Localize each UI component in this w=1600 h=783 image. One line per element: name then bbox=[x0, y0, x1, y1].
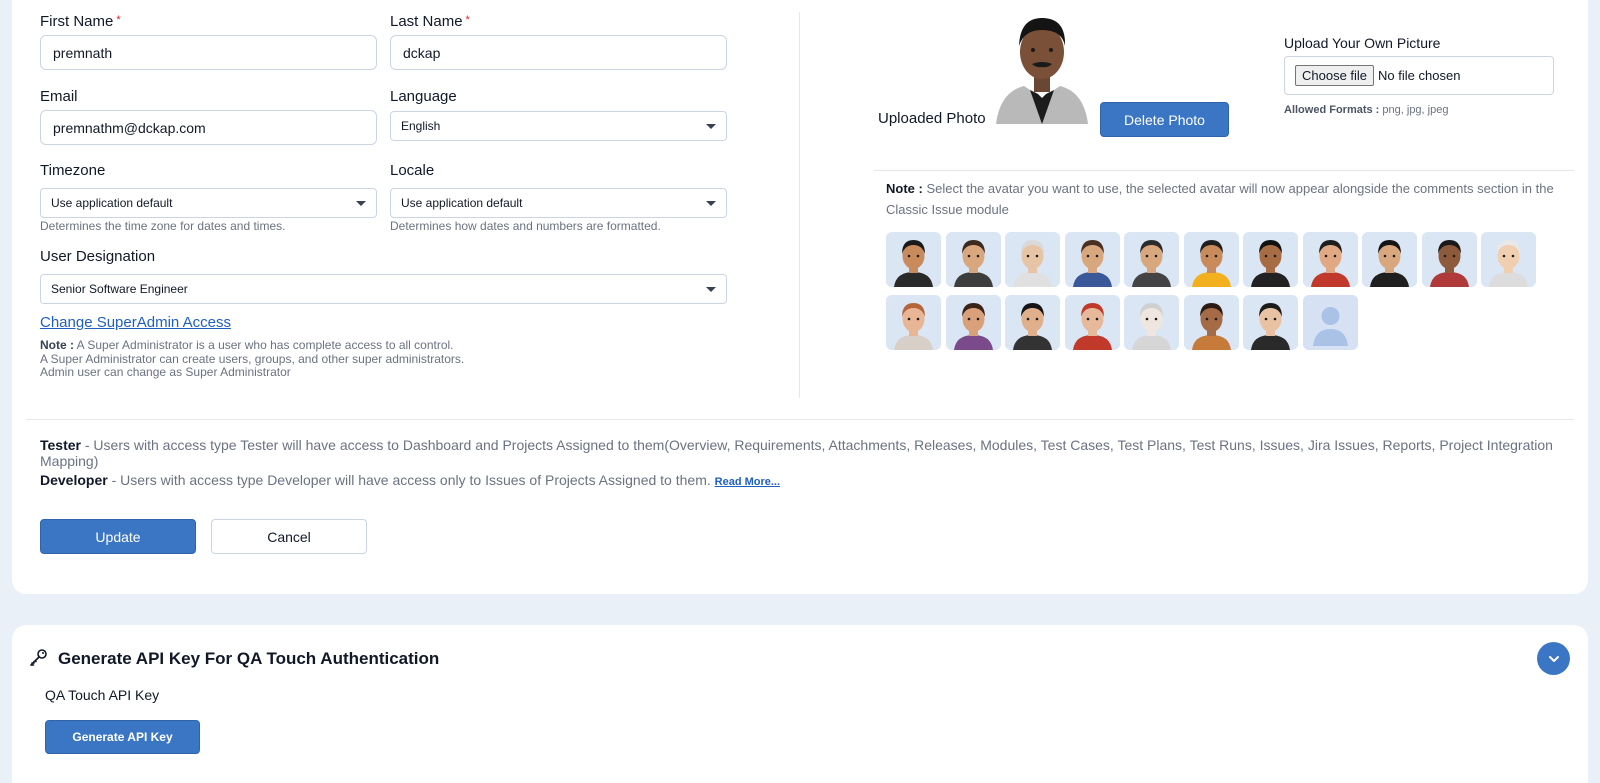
email-input[interactable]: premnathm@dckap.com bbox=[40, 110, 377, 145]
locale-label: Locale bbox=[390, 162, 435, 179]
avatar-13[interactable] bbox=[945, 295, 1001, 350]
last-name-input[interactable]: dckap bbox=[390, 35, 727, 70]
avatar-5[interactable] bbox=[1124, 232, 1179, 287]
first-name-label: First Name * bbox=[40, 13, 121, 30]
upload-picture-title: Upload Your Own Picture bbox=[1284, 35, 1441, 51]
file-input[interactable]: Choose file No file chosen bbox=[1284, 56, 1554, 95]
uploaded-photo-label: Uploaded Photo bbox=[878, 110, 986, 127]
uploaded-photo bbox=[986, 10, 1098, 124]
avatar-note: Note : Select the avatar you want to use… bbox=[886, 181, 1554, 217]
avatar-19[interactable] bbox=[1302, 295, 1358, 350]
timezone-label: Timezone bbox=[40, 162, 106, 179]
avatar-17[interactable] bbox=[1183, 295, 1239, 350]
avatar-6[interactable] bbox=[1183, 232, 1239, 287]
cancel-button[interactable]: Cancel bbox=[211, 519, 367, 554]
section-divider bbox=[26, 419, 1574, 420]
timezone-select[interactable]: Use application default bbox=[40, 188, 377, 218]
tester-description: Tester - Users with access type Tester w… bbox=[40, 437, 1553, 469]
generate-api-key-button[interactable]: Generate API Key bbox=[45, 720, 200, 754]
timezone-help: Determines the time zone for dates and t… bbox=[40, 219, 286, 233]
api-title: Generate API Key For QA Touch Authentica… bbox=[58, 649, 440, 668]
choose-file-button[interactable]: Choose file bbox=[1295, 65, 1375, 86]
key-icon bbox=[28, 648, 48, 668]
first-name-input[interactable]: premnath bbox=[40, 35, 377, 70]
avatar-2[interactable] bbox=[945, 232, 1001, 287]
locale-help: Determines how dates and numbers are for… bbox=[390, 219, 661, 233]
avatar-3[interactable] bbox=[1005, 232, 1060, 287]
avatar-4[interactable] bbox=[1064, 232, 1120, 287]
avatar-7[interactable] bbox=[1243, 232, 1298, 287]
avatar-12[interactable] bbox=[886, 295, 941, 350]
chevron-down-icon bbox=[356, 200, 366, 206]
avatar-10[interactable] bbox=[1421, 232, 1477, 287]
locale-select[interactable]: Use application default bbox=[390, 188, 727, 218]
avatar-14[interactable] bbox=[1005, 295, 1060, 350]
language-label: Language bbox=[390, 88, 457, 105]
last-name-label: Last Name * bbox=[390, 13, 470, 30]
language-select[interactable]: English bbox=[390, 111, 727, 141]
developer-description: Developer - Users with access type Devel… bbox=[40, 472, 781, 488]
designation-select[interactable]: Senior Software Engineer bbox=[40, 274, 727, 304]
allowed-formats: Allowed Formats : png, jpg, jpeg bbox=[1284, 104, 1449, 116]
delete-photo-button[interactable]: Delete Photo bbox=[1100, 102, 1229, 137]
read-more-link[interactable]: Read More... bbox=[715, 476, 780, 488]
superadmin-note: Note : A Super Administrator is a user w… bbox=[40, 338, 465, 379]
chevron-down-icon bbox=[706, 200, 716, 206]
avatar-9[interactable] bbox=[1362, 232, 1417, 287]
designation-label: User Designation bbox=[40, 248, 156, 265]
chevron-down-icon bbox=[706, 286, 716, 292]
update-button[interactable]: Update bbox=[40, 519, 196, 554]
email-label: Email bbox=[40, 88, 78, 105]
chevron-down-icon bbox=[1548, 655, 1559, 662]
avatar-8[interactable] bbox=[1302, 232, 1358, 287]
chevron-down-icon bbox=[706, 123, 716, 129]
file-status: No file chosen bbox=[1378, 68, 1461, 83]
column-divider bbox=[799, 12, 800, 398]
api-key-label: QA Touch API Key bbox=[45, 687, 160, 703]
avatar-18[interactable] bbox=[1243, 295, 1298, 350]
change-superadmin-link[interactable]: Change SuperAdmin Access bbox=[40, 314, 231, 331]
avatar-11[interactable] bbox=[1481, 232, 1536, 287]
avatar-15[interactable] bbox=[1064, 295, 1120, 350]
collapse-toggle[interactable] bbox=[1537, 642, 1570, 675]
avatar-16[interactable] bbox=[1124, 295, 1179, 350]
avatar-1[interactable] bbox=[886, 232, 941, 287]
photo-divider bbox=[874, 170, 1574, 171]
